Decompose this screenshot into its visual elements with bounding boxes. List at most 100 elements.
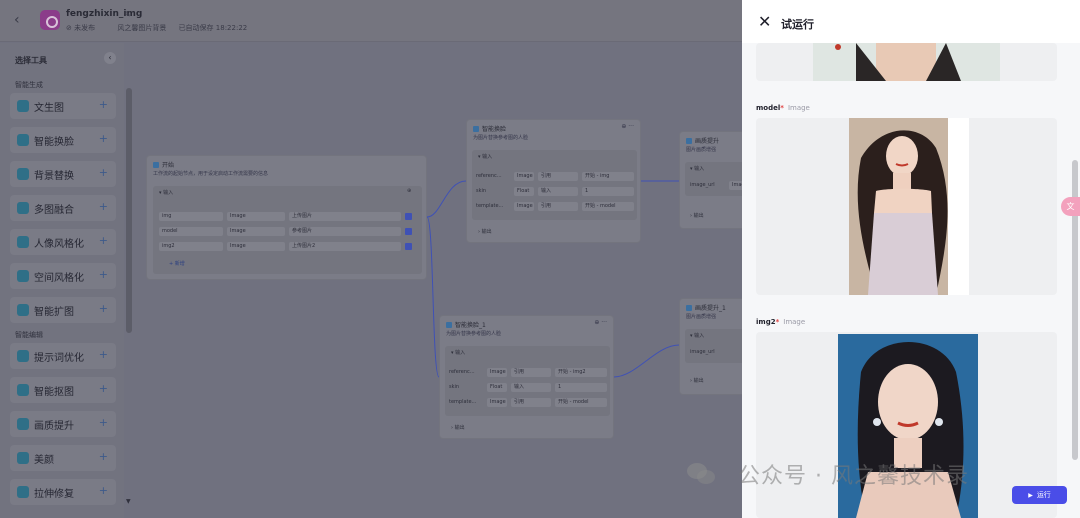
field-label-model: model* Image [756,104,810,112]
start-node[interactable]: 开始 工作流的起始节点，用于设定启动工作流需要的信息 ▾ 输入 ⊕ img Im… [146,155,427,280]
tool-icon [17,350,29,362]
tool-label: 拉伸修复 [34,489,74,500]
row-mode[interactable]: 引用 [538,202,578,211]
tool-label: 文生图 [34,103,64,114]
plus-icon[interactable]: + [99,132,108,145]
row-name[interactable]: img [159,212,223,221]
face-swap-node[interactable]: 智能换脸 ⊕ ··· 为图片替换参考图的人脸 ▾ 输入 referenc... … [466,119,641,243]
required-checkbox[interactable] [405,228,412,235]
enhance-node[interactable]: 画质提升 图片画质增强 ▾ 输入 image_url Image › 输出 [679,131,742,229]
tool-icon [17,236,29,248]
plus-icon[interactable]: + [99,268,108,281]
row-type[interactable]: Image [227,227,285,236]
more-icon[interactable]: ⊕ ··· [594,319,607,326]
image-preview-img[interactable] [756,43,1057,81]
required-checkbox[interactable] [405,213,412,220]
plus-icon[interactable]: + [99,484,108,497]
row-mode[interactable]: 输入 [538,187,578,196]
inputs-section: ▾ 输入 ⊕ img Image 上传图片 model Image 参考图片 i… [153,186,422,274]
inputs-section: ▾ 输入 image_url [685,329,742,363]
input-type: Image [729,181,742,190]
plus-icon[interactable]: + [99,416,108,429]
translate-float-icon[interactable]: 文 [1061,197,1080,216]
plus-icon[interactable]: + [99,166,108,179]
panel-title: 试运行 [781,18,814,31]
wechat-icon [687,463,715,484]
tool-item[interactable]: 人像风格化 + [10,229,116,255]
tool-icon [17,202,29,214]
tool-item[interactable]: 智能抠图 + [10,377,116,403]
top-bar: ‹ fengzhixin_img ✎ ⊘ 未发布 风之馨图片背景 已自动保存 1… [0,0,742,42]
face-swap-node-2[interactable]: 智能换脸_1 ⊕ ··· 为图片替换参考图的人脸 ▾ 输入 referenc..… [439,315,614,439]
row-name[interactable]: img2 [159,242,223,251]
plus-icon[interactable]: + [99,200,108,213]
tool-label: 智能换脸 [34,137,74,148]
portrait-photo [849,118,969,295]
outputs-label[interactable]: › 输出 [690,377,704,384]
row-mode[interactable]: 引用 [511,368,551,377]
tool-item[interactable]: 空间风格化 + [10,263,116,289]
row-value[interactable]: 开始 - img [582,172,634,181]
workflow-canvas[interactable]: 开始 工作流的起始节点，用于设定启动工作流需要的信息 ▾ 输入 ⊕ img Im… [136,43,742,518]
outputs-label[interactable]: › 输出 [478,228,492,235]
row-type: Float [487,383,507,392]
tool-label: 人像风格化 [34,239,84,250]
tool-item[interactable]: 提示词优化 + [10,343,116,369]
required-checkbox[interactable] [405,243,412,250]
row-value[interactable]: 1 [555,383,607,392]
row-value[interactable]: 开始 - model [582,202,634,211]
add-input-button[interactable]: + 新增 [169,260,185,267]
close-icon[interactable]: ✕ [758,14,771,30]
row-value[interactable]: 开始 - img2 [555,368,607,377]
edit-icon[interactable]: ✎ [124,10,131,19]
tool-sidebar: 选择工具 ‹ 智能生成 文生图 + 智能换脸 + 背景替换 + 多图融合 + 人像风格化… [0,43,124,518]
add-input-icon[interactable]: ⊕ [407,188,411,194]
panel-body[interactable]: model* Image img2* Image [742,43,1080,518]
row-name[interactable]: model [159,227,223,236]
tool-item[interactable]: 拉伸修复 + [10,479,116,505]
row-mode[interactable]: 引用 [538,172,578,181]
row-desc[interactable]: 参考图片 [289,227,401,236]
app-meta: ⊘ 未发布 风之馨图片背景 已自动保存 18:22:22 [66,23,257,33]
autosave-status: 已自动保存 18:22:22 [178,24,248,32]
tool-item[interactable]: 文生图 + [10,93,116,119]
row-mode[interactable]: 输入 [511,383,551,392]
row-type[interactable]: Image [227,212,285,221]
tool-item[interactable]: 智能扩图 + [10,297,116,323]
back-arrow-icon[interactable]: ‹ [14,12,30,28]
row-value[interactable]: 1 [582,187,634,196]
tool-item[interactable]: 背景替换 + [10,161,116,187]
run-button[interactable]: ▶ 运行 [1012,486,1067,504]
inputs-label: ▾ 输入 [478,154,493,160]
tool-item[interactable]: 多图融合 + [10,195,116,221]
collapse-icon[interactable]: ‹ [104,52,116,64]
plus-icon[interactable]: + [99,450,108,463]
plus-icon[interactable]: + [99,302,108,315]
tool-label: 空间风格化 [34,273,84,284]
plus-icon[interactable]: + [99,382,108,395]
plus-icon[interactable]: + [99,98,108,111]
sidebar-scrollbar[interactable] [126,88,132,333]
tool-item[interactable]: 智能换脸 + [10,127,116,153]
outputs-label[interactable]: › 输出 [690,212,704,219]
tool-item[interactable]: 美颜 + [10,445,116,471]
plus-icon[interactable]: + [99,234,108,247]
more-icon[interactable]: ⊕ ··· [621,123,634,130]
inputs-label: ▾ 输入 [159,190,174,196]
scroll-down-icon[interactable]: ▼ [126,498,131,505]
tool-label: 智能扩图 [34,307,74,318]
row-desc[interactable]: 上传图片 [289,212,401,221]
enhance-node-2[interactable]: 画质提升_1 图片画质增强 ▾ 输入 image_url › 输出 [679,298,742,395]
image-preview-model[interactable] [756,118,1057,295]
outputs-label[interactable]: › 输出 [451,424,465,431]
tool-label: 多图融合 [34,205,74,216]
tool-item[interactable]: 画质提升 + [10,411,116,437]
row-mode[interactable]: 引用 [511,398,551,407]
row-type: Image [487,368,507,377]
plus-icon[interactable]: + [99,348,108,361]
row-desc[interactable]: 上传图片2 [289,242,401,251]
row-value[interactable]: 开始 - model [555,398,607,407]
input-name: image_url [690,182,715,188]
tool-icon [17,418,29,430]
row-type[interactable]: Image [227,242,285,251]
